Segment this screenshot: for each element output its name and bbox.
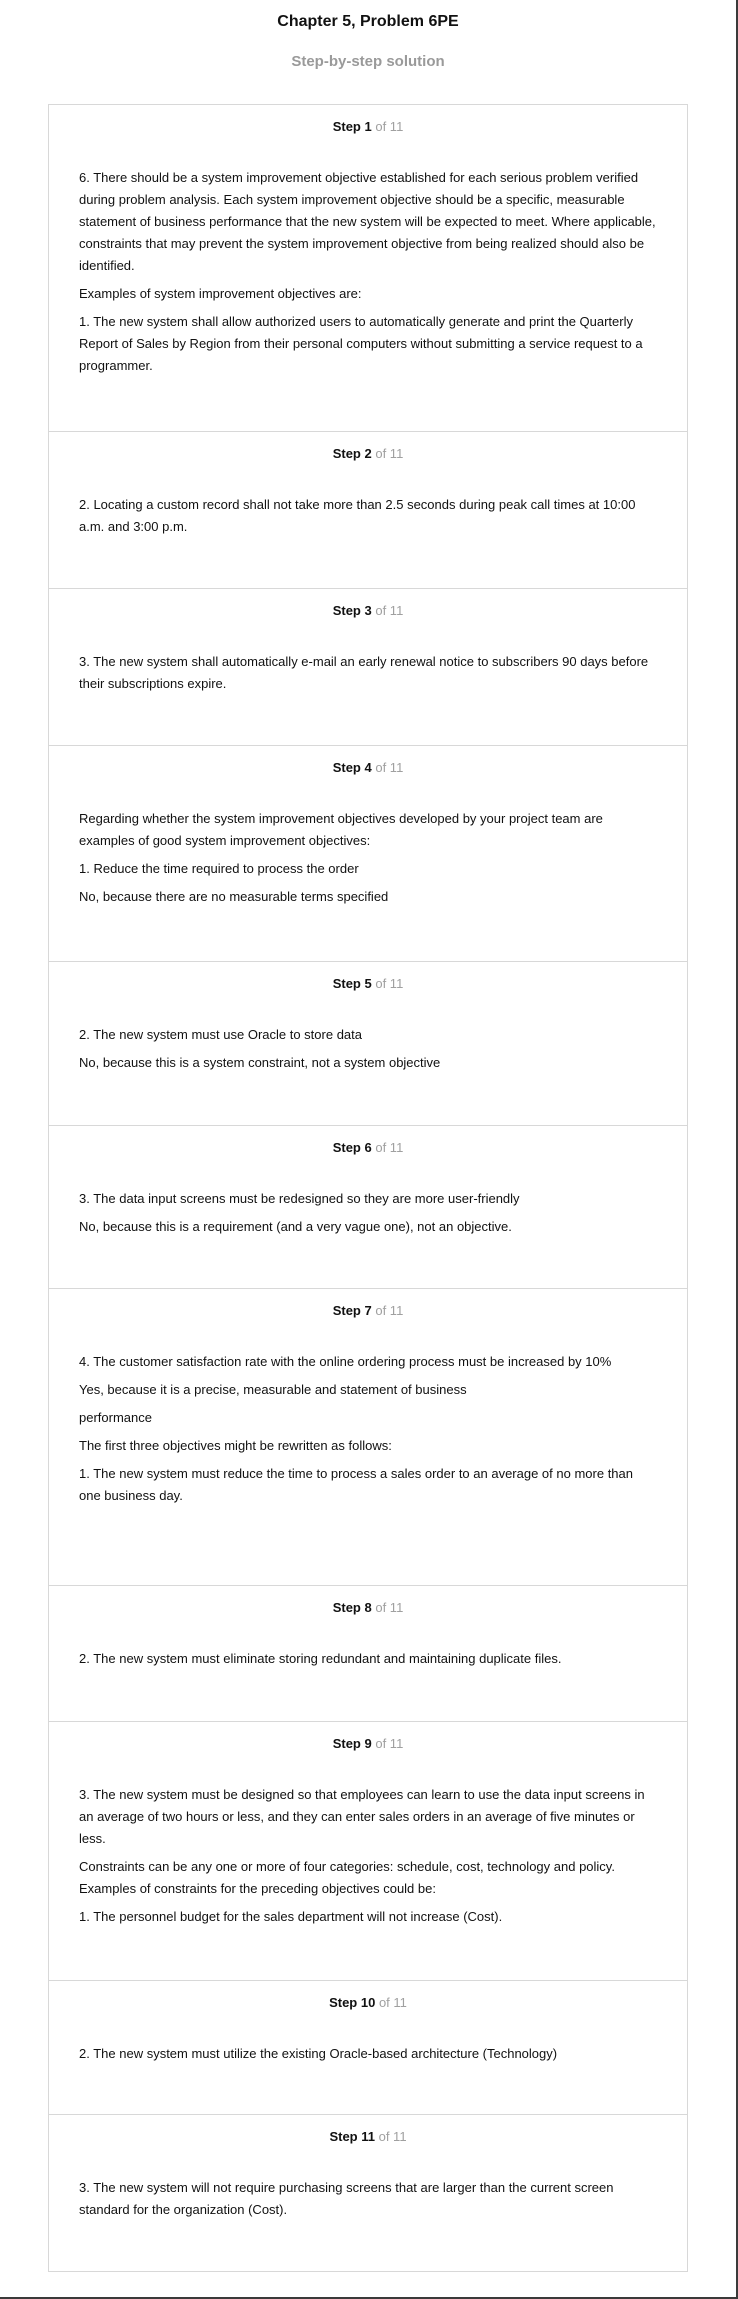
step-total: of 11 — [375, 1600, 404, 1615]
step-heading: Step 4 of 11 — [79, 760, 657, 776]
step-paragraph: performance — [79, 1410, 152, 1425]
step-paragraph: 3. The data input screens must be redesi… — [79, 1191, 520, 1206]
step-heading: Step 2 of 11 — [79, 446, 657, 462]
step-total: of 11 — [375, 1736, 404, 1751]
step-heading: Step 3 of 11 — [79, 603, 657, 619]
step-5: Step 5 of 11 2. The new system must use … — [49, 962, 687, 1126]
step-paragraph: No, because this is a system constraint,… — [79, 1055, 441, 1070]
step-heading: Step 10 of 11 — [79, 1995, 657, 2011]
step-number: Step 6 — [332, 1140, 372, 1155]
step-paragraph: 2. The new system must use Oracle to sto… — [79, 1027, 362, 1042]
step-heading: Step 1 of 11 — [79, 119, 657, 135]
step-total: of 11 — [375, 446, 404, 461]
step-paragraph: No, because there are no measurable term… — [79, 889, 389, 904]
step-paragraph: 2. The new system must eliminate storing… — [79, 1651, 562, 1666]
step-paragraph: No, because this is a requirement (and a… — [79, 1219, 512, 1234]
page-subtitle: Step-by-step solution — [291, 53, 445, 70]
page-title: Chapter 5, Problem 6PE — [277, 13, 459, 30]
step-6: Step 6 of 11 3. The data input screens m… — [49, 1126, 687, 1289]
step-paragraph: The first three objectives might be rewr… — [79, 1438, 392, 1453]
step-paragraph: 3. The new system shall automatically e-… — [79, 654, 649, 691]
step-total: of 11 — [375, 1140, 404, 1155]
step-paragraph: 2. Locating a custom record shall not ta… — [79, 497, 636, 534]
step-heading: Step 9 of 11 — [79, 1736, 657, 1752]
step-heading: Step 8 of 11 — [79, 1600, 657, 1616]
step-paragraph: 3. The new system will not require purch… — [79, 2180, 614, 2217]
step-paragraph: Regarding whether the system improvement… — [79, 811, 603, 848]
step-number: Step 4 — [332, 760, 372, 775]
step-paragraph: Constraints can be any one or more of fo… — [79, 1859, 615, 1896]
step-heading: Step 5 of 11 — [79, 976, 657, 992]
step-paragraph: 4. The customer satisfaction rate with t… — [79, 1354, 612, 1369]
step-total: of 11 — [378, 2129, 407, 2144]
step-paragraph: 2. The new system must utilize the exist… — [79, 2046, 558, 2061]
step-paragraph: 6. There should be a system improvement … — [79, 170, 656, 273]
step-number: Step 7 — [332, 1303, 372, 1318]
step-9: Step 9 of 11 3. The new system must be d… — [49, 1722, 687, 1981]
step-heading: Step 11 of 11 — [79, 2129, 657, 2145]
step-heading: Step 7 of 11 — [79, 1303, 657, 1319]
step-heading: Step 6 of 11 — [79, 1140, 657, 1156]
step-total: of 11 — [375, 976, 404, 991]
page-header: Chapter 5, Problem 6PE Step-by-step solu… — [0, 0, 736, 72]
step-number: Step 10 — [329, 1995, 376, 2010]
step-total: of 11 — [375, 603, 404, 618]
step-total: of 11 — [375, 1303, 404, 1318]
step-number: Step 9 — [332, 1736, 372, 1751]
step-1: Step 1 of 11 6. There should be a system… — [49, 105, 687, 432]
step-paragraph: 1. Reduce the time required to process t… — [79, 861, 359, 876]
step-number: Step 3 — [332, 603, 372, 618]
step-total: of 11 — [378, 1995, 407, 2010]
step-3: Step 3 of 11 3. The new system shall aut… — [49, 589, 687, 746]
step-total: of 11 — [375, 760, 404, 775]
step-number: Step 1 — [332, 119, 372, 134]
step-paragraph: 1. The personnel budget for the sales de… — [79, 1909, 503, 1924]
step-number: Step 11 — [329, 2129, 375, 2144]
step-paragraph: 3. The new system must be designed so th… — [79, 1787, 645, 1846]
step-number: Step 2 — [332, 446, 372, 461]
step-7: Step 7 of 11 4. The customer satisfactio… — [49, 1289, 687, 1586]
step-10: Step 10 of 11 2. The new system must uti… — [49, 1981, 687, 2115]
step-4: Step 4 of 11 Regarding whether the syste… — [49, 746, 687, 962]
step-paragraph: 1. The new system must reduce the time t… — [79, 1466, 633, 1503]
step-number: Step 8 — [332, 1600, 372, 1615]
step-number: Step 5 — [332, 976, 372, 991]
step-total: of 11 — [375, 119, 404, 134]
step-paragraph: 1. The new system shall allow authorized… — [79, 314, 643, 373]
step-11: Step 11 of 11 3. The new system will not… — [49, 2115, 687, 2271]
solution-steps: Step 1 of 11 6. There should be a system… — [48, 104, 688, 2272]
step-2: Step 2 of 11 2. Locating a custom record… — [49, 432, 687, 589]
step-paragraph: Examples of system improvement objective… — [79, 286, 362, 301]
step-8: Step 8 of 11 2. The new system must elim… — [49, 1586, 687, 1722]
step-paragraph: Yes, because it is a precise, measurable… — [79, 1382, 467, 1397]
